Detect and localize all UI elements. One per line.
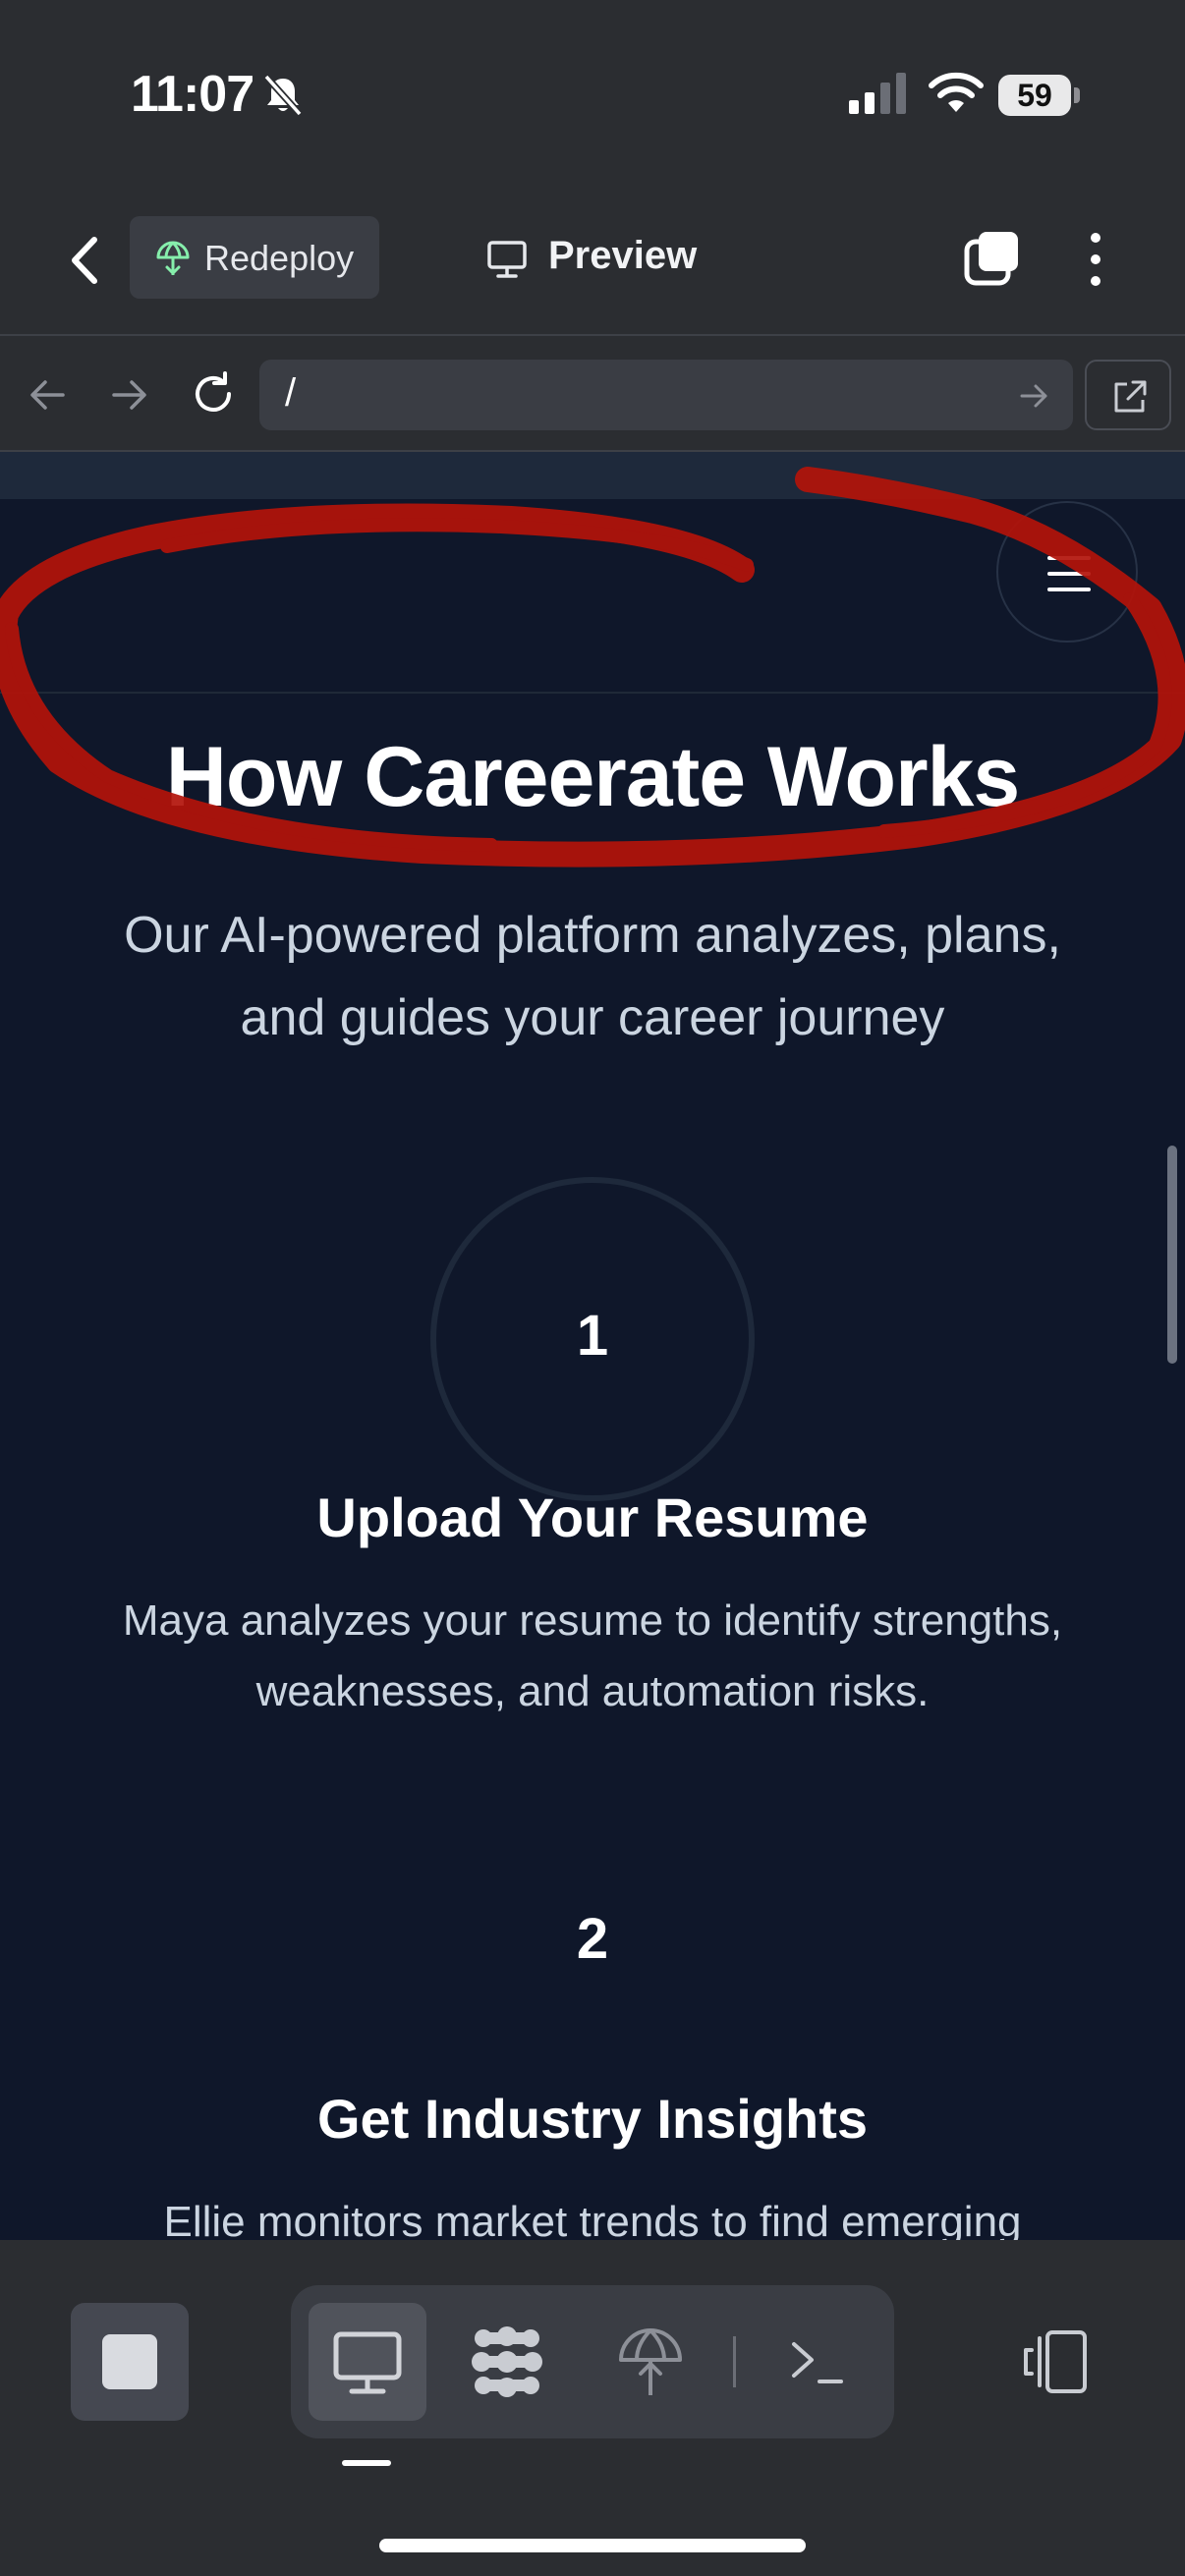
- section-title: How Careerate Works: [165, 730, 1020, 824]
- step-2-title: Get Industry Insights: [316, 2088, 869, 2150]
- arrow-left-icon[interactable]: [28, 375, 67, 415]
- url-input[interactable]: [259, 360, 1073, 430]
- agent-icon[interactable]: [470, 2324, 544, 2399]
- terminal-icon[interactable]: [780, 2324, 855, 2399]
- hamburger-menu-icon: [1047, 556, 1091, 591]
- step-1-description: Maya analyzes your resume to identify st…: [49, 1586, 1136, 1727]
- open-external-icon: [1114, 380, 1147, 413]
- step-desc-line: Maya analyzes your resume to identify st…: [122, 1596, 1063, 1645]
- scrollbar-thumb[interactable]: [1167, 1146, 1177, 1364]
- redeploy-label: Redeploy: [204, 238, 355, 278]
- step-desc-line: weaknesses, and automation risks.: [255, 1667, 930, 1715]
- arrow-right-icon[interactable]: [110, 375, 149, 415]
- step-1-number: 1: [576, 1304, 609, 1368]
- page-top-strip: [0, 452, 1185, 499]
- subtitle-line: Our AI-powered platform analyzes, plans,: [124, 907, 1061, 964]
- deploy-icon[interactable]: [613, 2324, 688, 2399]
- active-tab-indicator: [342, 2460, 391, 2466]
- more-vertical-icon[interactable]: [1081, 230, 1110, 289]
- menu-button[interactable]: [996, 501, 1138, 643]
- stop-button[interactable]: [71, 2303, 189, 2421]
- silent-bell-icon: [263, 74, 303, 117]
- step-1-title: Upload Your Resume: [316, 1486, 869, 1548]
- tool-divider: [733, 2336, 736, 2387]
- battery-icon: 59: [998, 75, 1081, 118]
- preview-tab-label[interactable]: Preview: [548, 234, 697, 278]
- chevron-left-icon[interactable]: [65, 236, 104, 285]
- open-in-new-tab-button[interactable]: [1085, 360, 1171, 430]
- layout-icon[interactable]: [1018, 2324, 1093, 2399]
- monitor-icon: [333, 2331, 402, 2394]
- step-2-number: 2: [576, 1907, 609, 1971]
- section-subtitle: Our AI-powered platform analyzes, plans,…: [39, 894, 1146, 1059]
- home-indicator[interactable]: [379, 2539, 806, 2552]
- status-time: 11:07: [131, 66, 254, 123]
- deploy-icon: [156, 241, 190, 276]
- stop-icon: [102, 2334, 157, 2389]
- cellular-signal-icon: [849, 73, 906, 114]
- tabs-icon[interactable]: [963, 228, 1022, 287]
- reload-icon[interactable]: [191, 371, 236, 417]
- battery-level: 59: [1017, 78, 1052, 113]
- subtitle-line: and guides your career journey: [240, 989, 945, 1046]
- go-arrow-icon[interactable]: [1018, 379, 1051, 413]
- wifi-icon: [929, 72, 984, 112]
- monitor-icon: [487, 241, 527, 278]
- url-path: /: [285, 371, 297, 415]
